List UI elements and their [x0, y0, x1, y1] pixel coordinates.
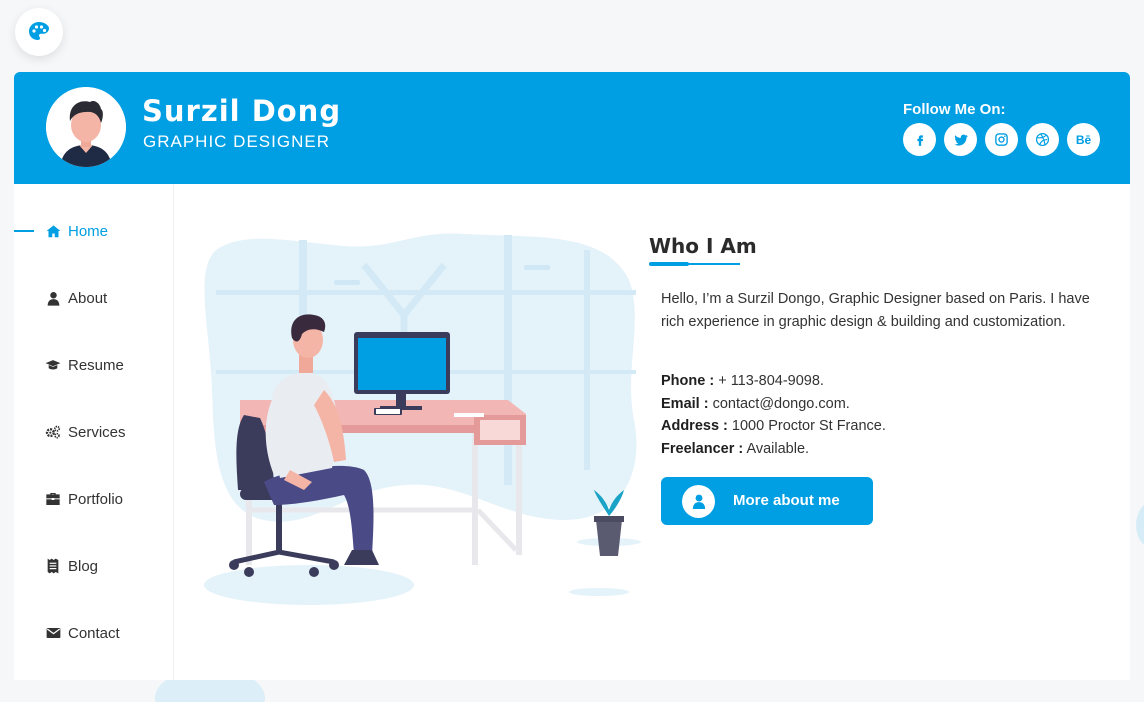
- profile-header: Surzil Dong GRAPHIC DESIGNER Follow Me O…: [14, 72, 1130, 184]
- info-label: Email :: [661, 395, 709, 412]
- dribbble-button[interactable]: [1026, 123, 1059, 156]
- receipt-icon: [45, 558, 61, 574]
- nav-label: Resume: [68, 356, 124, 374]
- info-value: Available.: [743, 440, 810, 457]
- nav-label: Home: [68, 222, 109, 240]
- behance-button[interactable]: Bē: [1067, 123, 1100, 156]
- follow-label: Follow Me On:: [903, 101, 1006, 118]
- behance-icon: Bē: [1075, 132, 1092, 147]
- gears-icon: [45, 424, 61, 440]
- palette-icon: [29, 22, 49, 40]
- graduation-cap-icon: [45, 357, 61, 373]
- nav-label: Services: [68, 423, 126, 441]
- nav-label: Blog: [68, 557, 99, 575]
- workspace-illustration: [204, 233, 641, 605]
- nav-item-contact[interactable]: Contact: [14, 621, 174, 645]
- profile-card: Surzil Dong GRAPHIC DESIGNER Follow Me O…: [14, 72, 1130, 680]
- user-icon: [45, 290, 61, 306]
- intro-text: Hello, I’m a Surzil Dongo, Graphic Desig…: [661, 291, 1090, 330]
- nav-label: Portfolio: [68, 490, 124, 508]
- info-label: Freelancer :: [661, 440, 744, 457]
- user-circle-icon: [682, 485, 715, 518]
- facebook-button[interactable]: [903, 123, 936, 156]
- info-label: Phone :: [661, 373, 715, 389]
- envelope-icon: [45, 625, 61, 641]
- nav-item-portfolio[interactable]: Portfolio: [14, 487, 174, 511]
- info-email: Email : contact@dongo.com.: [661, 393, 886, 416]
- social-links: Bē: [903, 123, 1100, 156]
- button-label: More about me: [733, 492, 840, 509]
- title-underline-accent: [649, 262, 689, 266]
- more-about-me-button[interactable]: More about me: [661, 477, 873, 525]
- nav-item-resume[interactable]: Resume: [14, 353, 174, 377]
- instagram-icon: [995, 133, 1008, 146]
- nav-label: About: [68, 289, 108, 307]
- info-label: Address :: [661, 418, 728, 434]
- dribbble-icon: [1035, 132, 1050, 147]
- nav-label: Contact: [68, 624, 120, 642]
- avatar: [46, 87, 126, 167]
- sidebar-nav: Home About Resume Services Portfolio Blo…: [14, 184, 174, 680]
- info-freelancer: Freelancer : Available.: [661, 438, 886, 461]
- profile-role: GRAPHIC DESIGNER: [143, 132, 330, 151]
- profile-name: Surzil Dong: [142, 94, 342, 128]
- twitter-button[interactable]: [944, 123, 977, 156]
- nav-item-home[interactable]: Home: [14, 219, 174, 243]
- info-phone: Phone : + 113-804-9098.: [661, 370, 886, 393]
- nav-item-blog[interactable]: Blog: [14, 554, 174, 578]
- background-blob: [1136, 500, 1144, 550]
- active-indicator: [14, 230, 34, 232]
- info-value: + 113-804-9098.: [714, 373, 824, 389]
- info-value: contact@dongo.com.: [708, 395, 850, 412]
- theme-palette-button[interactable]: [15, 8, 63, 56]
- briefcase-icon: [45, 491, 61, 507]
- info-value: 1000 Proctor St France.: [727, 418, 886, 434]
- twitter-icon: [953, 134, 968, 146]
- contact-info: Phone : + 113-804-9098. Email : contact@…: [661, 370, 886, 460]
- facebook-icon: [916, 134, 923, 146]
- instagram-button[interactable]: [985, 123, 1018, 156]
- nav-item-about[interactable]: About: [14, 286, 174, 310]
- section-title: Who I Am: [649, 234, 757, 258]
- info-address: Address : 1000 Proctor St France.: [661, 415, 886, 438]
- nav-item-services[interactable]: Services: [14, 420, 174, 444]
- home-icon: [45, 223, 61, 239]
